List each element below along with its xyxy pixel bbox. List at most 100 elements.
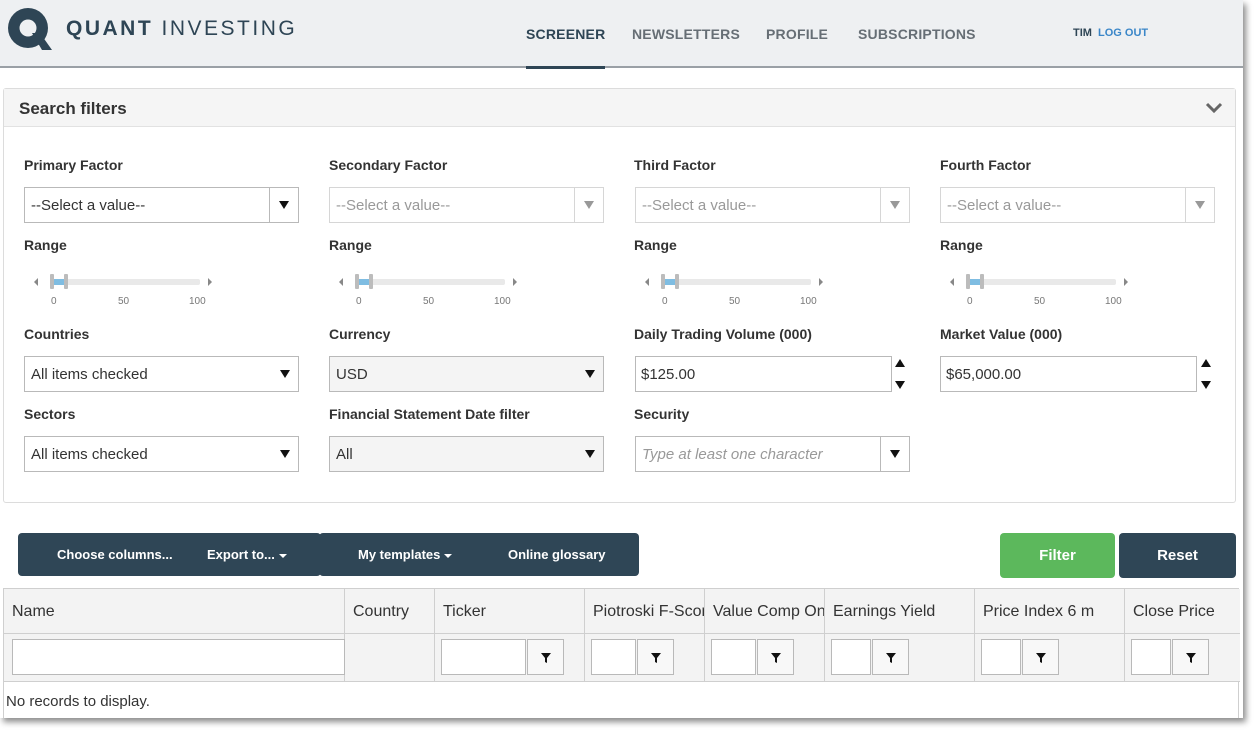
panel-header[interactable]: Search filters xyxy=(4,89,1235,127)
sectors-value: All items checked xyxy=(31,446,148,463)
volume-decrement-icon[interactable] xyxy=(895,381,905,389)
column-header-close-price[interactable]: Close Price xyxy=(1125,589,1240,634)
third-range-slider[interactable]: 0 50 100 xyxy=(635,270,825,310)
countries-label: Countries xyxy=(24,326,90,342)
filter-cell-value-comp xyxy=(705,634,825,682)
column-header-ticker[interactable]: Ticker xyxy=(435,589,585,634)
column-header-piotroski[interactable]: Piotroski F-Score xyxy=(585,589,705,634)
security-combobox[interactable]: Type at least one character xyxy=(635,436,910,472)
slider-right-arrow-icon[interactable] xyxy=(208,278,212,286)
export-to-button[interactable]: Export to... xyxy=(207,547,287,562)
piotroski-filter-button[interactable] xyxy=(637,639,674,675)
slider-handle-min[interactable] xyxy=(966,274,970,289)
primary-factor-select[interactable]: --Select a value-- xyxy=(24,187,299,223)
slider-left-arrow-icon[interactable] xyxy=(34,278,38,286)
column-header-price-index[interactable]: Price Index 6 m xyxy=(975,589,1125,634)
slider-handle-max[interactable] xyxy=(675,274,679,289)
market-value-increment-icon[interactable] xyxy=(1201,359,1211,367)
caret-down-icon xyxy=(444,553,453,558)
caret-down-icon xyxy=(585,370,595,378)
filter-button[interactable]: Filter xyxy=(1000,533,1115,578)
slider-handle-max[interactable] xyxy=(64,274,68,289)
slider-handle-min[interactable] xyxy=(50,274,54,289)
online-glossary-button[interactable]: Online glossary xyxy=(508,547,606,562)
slider-left-arrow-icon[interactable] xyxy=(339,278,343,286)
sectors-select[interactable]: All items checked xyxy=(24,436,299,472)
tick-label: 100 xyxy=(800,296,817,307)
nav-tab-subscriptions[interactable]: SUBSCRIPTIONS xyxy=(858,0,976,68)
slider-track[interactable] xyxy=(355,279,505,285)
funnel-icon xyxy=(541,653,551,663)
slider-handle-max[interactable] xyxy=(369,274,373,289)
tick-label: 50 xyxy=(118,296,130,307)
slider-right-arrow-icon[interactable] xyxy=(513,278,517,286)
column-header-value-comp[interactable]: Value Comp One xyxy=(705,589,825,634)
nav-tab-newsletters[interactable]: NEWSLETTERS xyxy=(632,0,740,68)
chevron-down-icon[interactable] xyxy=(1205,101,1223,115)
choose-columns-button[interactable]: Choose columns... xyxy=(57,547,173,562)
primary-range-slider[interactable]: 0 50 100 xyxy=(24,270,214,310)
column-header-country[interactable]: Country xyxy=(345,589,435,634)
name-filter-input[interactable] xyxy=(12,639,345,675)
countries-select[interactable]: All items checked xyxy=(24,356,299,392)
slider-track[interactable] xyxy=(966,279,1116,285)
slider-handle-min[interactable] xyxy=(355,274,359,289)
dropdown-button[interactable] xyxy=(880,188,909,222)
nav-tab-profile[interactable]: PROFILE xyxy=(766,0,828,68)
dropdown-button[interactable] xyxy=(880,437,909,471)
close-price-filter-button[interactable] xyxy=(1172,639,1209,675)
statement-date-value: All xyxy=(336,446,353,463)
slider-left-arrow-icon[interactable] xyxy=(950,278,954,286)
market-value-input[interactable]: $65,000.00 xyxy=(940,356,1197,392)
earnings-yield-filter-input[interactable] xyxy=(831,639,871,675)
quant-logo-icon[interactable] xyxy=(6,6,54,54)
secondary-factor-select[interactable]: --Select a value-- xyxy=(329,187,604,223)
dropdown-button[interactable] xyxy=(269,188,298,222)
value-comp-filter-button[interactable] xyxy=(757,639,794,675)
slider-left-arrow-icon[interactable] xyxy=(645,278,649,286)
fourth-range-slider[interactable]: 0 50 100 xyxy=(940,270,1130,310)
ticker-filter-input[interactable] xyxy=(441,639,526,675)
primary-range-label: Range xyxy=(24,237,67,253)
logout-link[interactable]: LOG OUT xyxy=(1098,27,1148,39)
secondary-range-label: Range xyxy=(329,237,372,253)
slider-right-arrow-icon[interactable] xyxy=(1124,278,1128,286)
primary-factor-label: Primary Factor xyxy=(24,157,123,173)
slider-handle-min[interactable] xyxy=(661,274,665,289)
slider-handle-max[interactable] xyxy=(980,274,984,289)
my-templates-button[interactable]: My templates xyxy=(358,547,453,562)
earnings-yield-filter-button[interactable] xyxy=(872,639,909,675)
piotroski-filter-input[interactable] xyxy=(591,639,636,675)
secondary-range-slider[interactable]: 0 50 100 xyxy=(329,270,519,310)
slider-track[interactable] xyxy=(661,279,811,285)
price-index-filter-button[interactable] xyxy=(1022,639,1059,675)
funnel-icon xyxy=(886,653,896,663)
column-header-earnings-yield[interactable]: Earnings Yield xyxy=(825,589,975,634)
nav-tab-screener[interactable]: SCREENER xyxy=(526,0,606,69)
value-comp-filter-input[interactable] xyxy=(711,639,756,675)
column-header-name[interactable]: Name xyxy=(4,589,345,634)
ticker-filter-button[interactable] xyxy=(527,639,564,675)
close-price-filter-input[interactable] xyxy=(1131,639,1171,675)
tick-label: 50 xyxy=(1034,296,1046,307)
currency-select[interactable]: USD xyxy=(329,356,604,392)
slider-track[interactable] xyxy=(50,279,200,285)
third-factor-select[interactable]: --Select a value-- xyxy=(635,187,910,223)
dropdown-button[interactable] xyxy=(574,188,603,222)
fourth-factor-label: Fourth Factor xyxy=(940,157,1031,173)
slider-right-arrow-icon[interactable] xyxy=(819,278,823,286)
fourth-factor-select[interactable]: --Select a value-- xyxy=(940,187,1215,223)
security-placeholder: Type at least one character xyxy=(642,446,823,463)
caret-down-icon xyxy=(585,450,595,458)
filter-cell-name xyxy=(4,634,345,682)
market-value-decrement-icon[interactable] xyxy=(1201,381,1211,389)
volume-increment-icon[interactable] xyxy=(895,359,905,367)
secondary-factor-value: --Select a value-- xyxy=(336,197,451,214)
third-factor-value: --Select a value-- xyxy=(642,197,757,214)
dropdown-button[interactable] xyxy=(1185,188,1214,222)
price-index-filter-input[interactable] xyxy=(981,639,1021,675)
reset-button[interactable]: Reset xyxy=(1119,533,1236,578)
statement-date-select[interactable]: All xyxy=(329,436,604,472)
brand-name[interactable]: QUANT INVESTING xyxy=(66,17,297,41)
daily-volume-input[interactable]: $125.00 xyxy=(635,356,892,392)
